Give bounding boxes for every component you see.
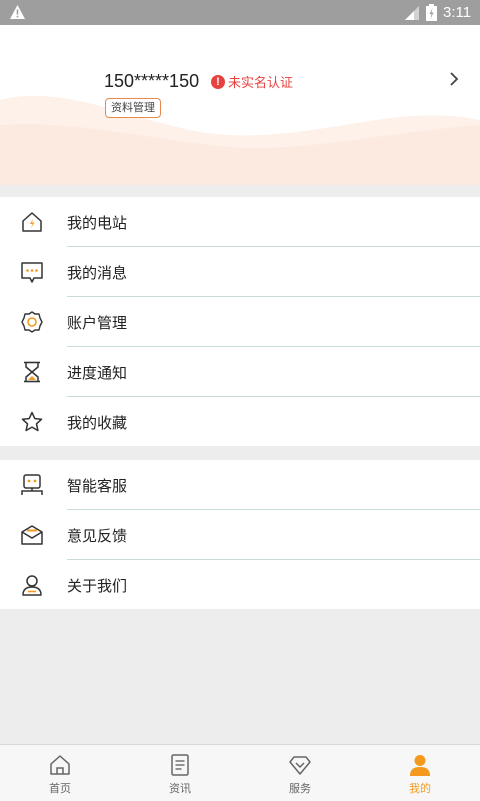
menu-item-feedback[interactable]: 意见反馈 <box>0 510 480 560</box>
status-bar: 3:11 <box>0 0 480 25</box>
tab-mine[interactable]: 我的 <box>360 745 480 801</box>
menu-item-about-us[interactable]: 关于我们 <box>0 560 480 610</box>
menu-item-label: 我的电站 <box>67 214 128 232</box>
menu-item-label: 关于我们 <box>67 577 128 595</box>
battery-icon <box>426 4 437 21</box>
tab-home[interactable]: 首页 <box>0 745 120 801</box>
menu-item-label: 账户管理 <box>67 314 128 332</box>
menu-group-primary: 我的电站 我的消息 账户管理 进度通知 我的收藏 <box>0 197 480 446</box>
menu-group-secondary: 智能客服 意见反馈 关于我们 <box>0 460 480 609</box>
verification-status[interactable]: ! 未实名认证 <box>211 72 293 91</box>
account-gear-icon <box>21 311 43 333</box>
user-icon <box>410 755 430 776</box>
menu-item-label: 我的消息 <box>67 264 128 282</box>
menu-item-progress-notice[interactable]: 进度通知 <box>0 347 480 397</box>
tab-label: 服务 <box>289 782 311 795</box>
warning-icon <box>10 5 25 19</box>
menu-item-label: 进度通知 <box>67 364 128 382</box>
feedback-mail-icon <box>21 525 43 545</box>
chevron-right-icon[interactable] <box>449 71 459 87</box>
station-house-icon <box>22 212 42 232</box>
menu-item-favorites[interactable]: 我的收藏 <box>0 397 480 447</box>
message-icon <box>21 262 43 283</box>
robot-icon <box>21 474 43 495</box>
tab-service[interactable]: 服务 <box>240 745 360 801</box>
bottom-tab-bar: 首页 资讯 服务 我的 <box>0 744 480 801</box>
profile-header[interactable]: 150*****150 ! 未实名认证 资料管理 <box>0 25 480 185</box>
service-icon <box>289 756 311 775</box>
alert-icon: ! <box>211 74 225 89</box>
document-icon <box>171 754 189 776</box>
clock-time: 3:11 <box>443 4 472 21</box>
tab-label: 我的 <box>409 782 431 795</box>
tab-news[interactable]: 资讯 <box>120 745 240 801</box>
menu-item-label: 我的收藏 <box>67 414 128 432</box>
menu-item-label: 意见反馈 <box>67 527 128 545</box>
profile-manage-tag[interactable]: 资料管理 <box>105 98 161 118</box>
signal-icon <box>405 6 419 20</box>
menu-item-my-messages[interactable]: 我的消息 <box>0 247 480 297</box>
hourglass-icon <box>24 361 40 383</box>
menu-item-label: 智能客服 <box>67 477 128 495</box>
person-icon <box>22 575 42 596</box>
home-icon <box>50 755 70 775</box>
menu-item-smart-service[interactable]: 智能客服 <box>0 460 480 510</box>
tab-label: 首页 <box>49 782 71 795</box>
star-icon <box>21 411 43 432</box>
user-phone: 150*****150 <box>104 71 200 91</box>
menu-item-my-station[interactable]: 我的电站 <box>0 197 480 247</box>
header-wave-background <box>0 95 480 185</box>
menu-item-account-management[interactable]: 账户管理 <box>0 297 480 347</box>
verification-label: 未实名认证 <box>228 76 294 91</box>
tab-label: 资讯 <box>169 782 191 795</box>
